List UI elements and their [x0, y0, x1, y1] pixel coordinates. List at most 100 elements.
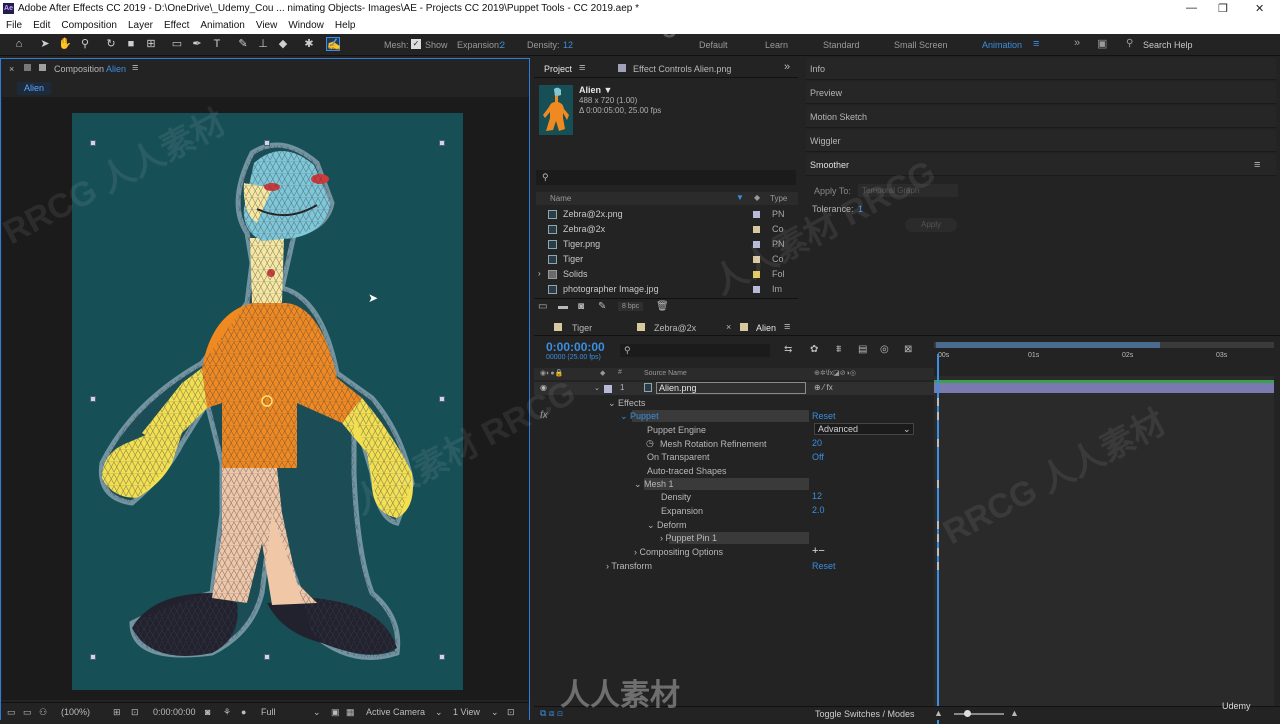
label-color-swatch[interactable] — [753, 271, 760, 278]
preview-panel[interactable]: Preview — [806, 82, 1276, 104]
mesh-show-checkbox[interactable]: ✓ — [411, 39, 421, 49]
stopwatch-icon[interactable]: ◷ — [646, 438, 654, 449]
comp-canvas[interactable]: ➤ — [72, 113, 463, 690]
panel-menu-icon[interactable]: ≡ — [1254, 159, 1260, 171]
keyframe-marker[interactable] — [937, 562, 939, 570]
list-item[interactable]: photographer Image.jpg Im — [534, 282, 798, 297]
pan-behind-tool-icon[interactable]: ⊞ — [144, 37, 158, 51]
chevron-down-icon[interactable]: ⌄ — [608, 398, 618, 408]
search-help-input[interactable]: Search Help — [1143, 40, 1193, 50]
selection-tool-icon[interactable]: ➤ — [38, 37, 52, 51]
view-layout-dropdown[interactable]: 1 View — [453, 707, 480, 717]
draft-3d-icon[interactable]: ✿ — [810, 344, 818, 355]
keyframe-marker[interactable] — [937, 521, 939, 529]
label-color-swatch[interactable] — [753, 241, 760, 248]
tab-alien[interactable]: Alien — [756, 323, 776, 333]
toggle-switches-modes[interactable]: Toggle Switches / Modes — [815, 709, 915, 719]
puppet-pin-group[interactable]: › Puppet Pin 1 — [660, 533, 717, 543]
maximize-button[interactable]: ❐ — [1218, 2, 1228, 15]
workspace-standard[interactable]: Standard — [823, 40, 860, 50]
slider-handle[interactable] — [964, 710, 971, 717]
tolerance-value[interactable]: 1 — [858, 204, 863, 214]
label-color-swatch[interactable] — [753, 226, 760, 233]
chevron-down-icon[interactable]: ⌄ — [647, 520, 657, 530]
list-item[interactable]: › Solids Fol — [534, 267, 798, 282]
new-folder-icon[interactable]: ▬ — [558, 301, 568, 312]
grid-icon[interactable]: ⊞ — [113, 707, 121, 718]
table-row[interactable]: ◉ ⌄ 1 Alien.png ⊕ ⁄ fx — [534, 382, 934, 395]
menu-effect[interactable]: Effect — [158, 18, 194, 34]
puppet-engine-dropdown[interactable]: Advanced ⌄ — [814, 423, 914, 435]
panel-menu-icon[interactable]: ≡ — [784, 321, 790, 333]
chevron-down-icon[interactable]: ⌄ — [313, 707, 321, 718]
interpret-footage-icon[interactable]: ▭ — [538, 301, 547, 312]
close-tab-icon[interactable]: × — [726, 322, 731, 332]
new-composition-icon[interactable]: ◙ — [578, 301, 584, 312]
timeline-tracks[interactable] — [934, 354, 1274, 724]
workspace-animation[interactable]: Animation — [982, 40, 1022, 50]
bit-depth-button[interactable]: 8 bpc — [618, 302, 644, 311]
sync-settings-icon[interactable]: ▣ — [1097, 37, 1107, 50]
close-panel-icon[interactable]: × — [9, 64, 14, 74]
label-color-swatch[interactable] — [753, 211, 760, 218]
search-icon[interactable]: ⚲ — [1126, 38, 1133, 49]
list-item[interactable]: Zebra@2x Co — [534, 222, 798, 237]
resolution-dropdown[interactable]: Full — [261, 707, 276, 717]
frame-blending-icon[interactable]: ▤ — [858, 344, 867, 355]
region-icon[interactable]: ⊡ — [131, 707, 139, 718]
puppet-reset-link[interactable]: Reset — [812, 411, 836, 421]
transform-handle[interactable] — [90, 396, 96, 402]
label-color-swatch[interactable] — [753, 286, 760, 293]
label-color-swatch[interactable] — [753, 256, 760, 263]
motion-sketch-panel[interactable]: Motion Sketch — [806, 106, 1276, 128]
clone-stamp-tool-icon[interactable]: ⊥ — [256, 37, 270, 51]
pen-tool-icon[interactable]: ✒ — [190, 37, 204, 51]
tab-zebra[interactable]: Zebra@2x — [654, 323, 696, 333]
layer-search-input[interactable]: ⚲ — [620, 344, 770, 357]
layer-switches-toggle-icon[interactable]: ⧉ ⧈ ⊡ — [540, 708, 563, 719]
keyframe-marker[interactable] — [937, 412, 939, 420]
tab-project[interactable]: Project — [544, 64, 572, 74]
chevron-down-icon[interactable]: ⌄ — [634, 479, 644, 489]
menu-composition[interactable]: Composition — [55, 18, 122, 34]
menu-animation[interactable]: Animation — [194, 18, 249, 34]
chevron-down-icon[interactable]: ⌄ — [594, 384, 600, 392]
lock-icon[interactable] — [24, 64, 31, 71]
column-source-name[interactable]: Source Name — [644, 370, 687, 377]
panel-menu-icon[interactable]: ≡ — [132, 62, 138, 74]
effects-group[interactable]: ⌄ Effects — [608, 398, 645, 409]
layer-duration-bar[interactable] — [934, 383, 1274, 393]
shy-layers-icon[interactable]: ⩩ — [836, 344, 841, 355]
zoom-out-icon[interactable]: ▲ — [934, 708, 943, 718]
label-color-swatch[interactable] — [604, 385, 612, 393]
work-area-range[interactable] — [936, 342, 1160, 348]
composition-name[interactable]: Alien — [106, 64, 126, 74]
puppet-pin-tool-icon[interactable]: ✍ — [326, 37, 341, 51]
motion-blur-icon[interactable]: ◎ — [880, 344, 889, 355]
smoother-panel[interactable]: Smoother — [806, 154, 1276, 176]
snapshot-camera-icon[interactable]: ◙ — [205, 707, 210, 717]
type-tool-icon[interactable]: T — [210, 37, 224, 51]
add-remove-mask-button[interactable]: +− — [812, 545, 825, 557]
transform-group[interactable]: › Transform — [606, 561, 652, 571]
comp-mini-flowchart-icon[interactable]: ⇆ — [784, 344, 792, 355]
fx-icon[interactable]: fx — [540, 410, 548, 421]
toggle-pixel-icon[interactable]: ⊡ — [507, 707, 515, 718]
minimize-button[interactable]: — — [1186, 2, 1197, 14]
transparency-grid-icon[interactable]: ▦ — [346, 707, 355, 718]
workspace-menu-icon[interactable]: ≡ — [1033, 38, 1039, 50]
chevron-down-icon[interactable]: ⌄ — [435, 707, 443, 718]
menu-file[interactable]: File — [0, 18, 27, 34]
compositing-options-group[interactable]: › Compositing Options — [634, 547, 723, 557]
trash-icon[interactable]: 🗑 — [656, 301, 669, 312]
apply-to-dropdown[interactable]: Temporal Graph — [858, 184, 958, 197]
camera-dropdown[interactable]: Active Camera — [366, 707, 425, 717]
on-transparent-value[interactable]: Off — [812, 452, 824, 462]
transform-handle[interactable] — [439, 140, 445, 146]
brush-tool-icon[interactable]: ✎ — [236, 37, 250, 51]
show-snapshot-icon[interactable]: ⚘ — [223, 707, 231, 718]
close-button[interactable]: ✕ — [1255, 2, 1264, 15]
project-settings-icon[interactable]: ✎ — [598, 301, 606, 312]
mesh-group[interactable]: ⌄ Mesh 1 — [634, 479, 674, 490]
video-toggle-icon[interactable]: ◉◐●🔒 — [540, 369, 563, 377]
